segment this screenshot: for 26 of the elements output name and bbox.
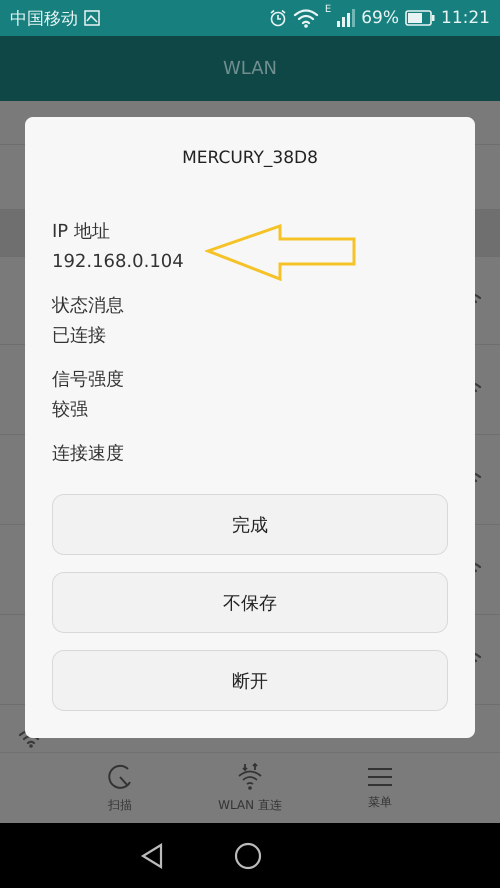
- carrier-name: 中国移动: [10, 8, 78, 30]
- battery-icon: [405, 10, 435, 26]
- clock-time: 11:21: [441, 8, 490, 28]
- field-label: 信号强度: [52, 368, 124, 392]
- field-label: 状态消息: [52, 294, 124, 318]
- signal-icon: [337, 9, 356, 27]
- home-icon[interactable]: [234, 842, 262, 870]
- dialog-button[interactable]: 完成: [52, 494, 448, 555]
- dialog-title: MERCURY_38D8: [182, 148, 318, 168]
- wifi-icon: [292, 8, 319, 28]
- battery-percent: 69%: [361, 8, 399, 28]
- arrow-icon: [205, 224, 357, 284]
- field-label: 连接速度: [52, 442, 124, 466]
- wifi-direct-icon: [236, 762, 264, 790]
- field-value: 已连接: [52, 324, 106, 348]
- screen-title: WLAN: [222, 58, 278, 79]
- field-label: IP 地址: [52, 220, 110, 244]
- field-value: 192.168.0.104: [52, 250, 184, 274]
- field-value: 较强: [52, 398, 88, 422]
- alarm-icon: [268, 9, 287, 27]
- menu-icon: [367, 766, 393, 788]
- network-type: E: [324, 4, 332, 15]
- dialog-button[interactable]: 断开: [52, 650, 448, 711]
- dialog-button[interactable]: 不保存: [52, 572, 448, 633]
- back-icon[interactable]: [140, 843, 164, 869]
- image-icon: [84, 10, 100, 26]
